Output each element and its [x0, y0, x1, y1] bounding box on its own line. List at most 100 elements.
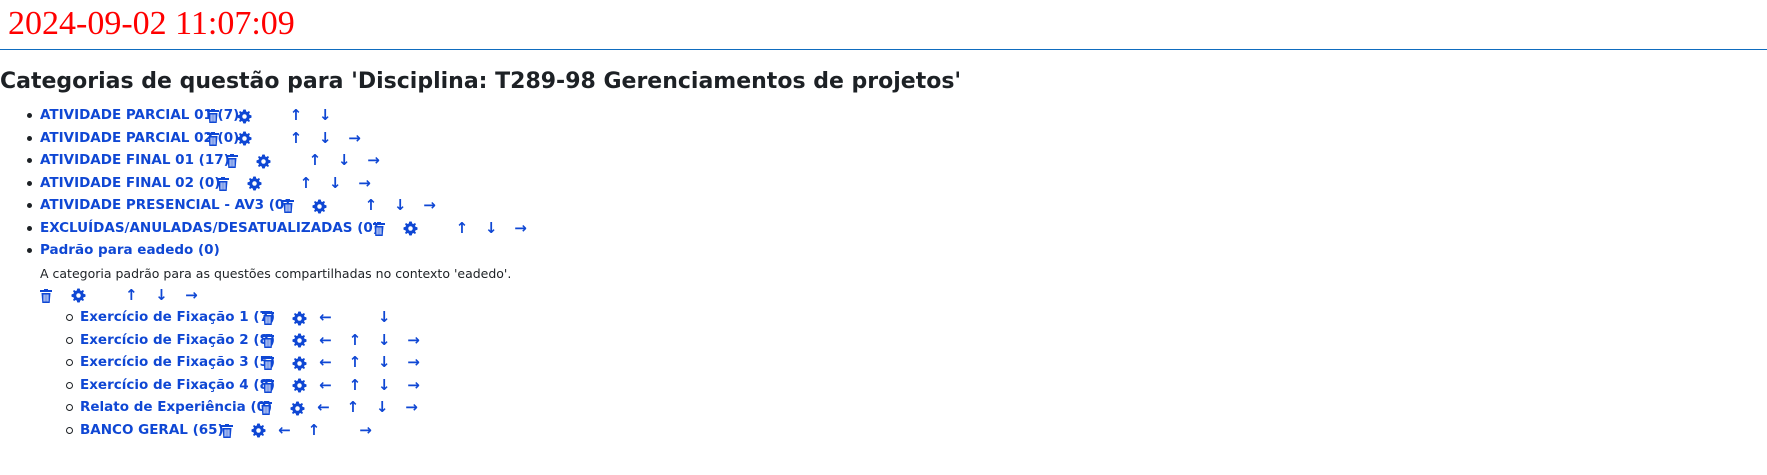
arrow-up-icon[interactable]: ↑ — [287, 104, 305, 127]
trash-icon[interactable] — [226, 154, 238, 168]
gear-icon[interactable] — [247, 176, 262, 191]
arrow-up-icon[interactable]: ↑ — [305, 419, 323, 442]
subcategory-link[interactable]: Exercício de Fixação 2 (8) — [80, 329, 275, 352]
arrow-down-icon[interactable]: ↓ — [326, 172, 344, 195]
gear-icon[interactable] — [292, 333, 307, 348]
bullet — [27, 135, 32, 141]
trash-icon[interactable] — [282, 199, 294, 213]
arrow-up-icon[interactable]: ↑ — [306, 149, 324, 172]
arrow-down-icon[interactable]: ↓ — [482, 217, 500, 240]
arrow-down-icon[interactable]: ↓ — [375, 329, 393, 352]
subcategory-actions: ← ↑ ↓ → — [262, 351, 422, 375]
gear-icon[interactable] — [403, 221, 418, 236]
arrow-left-icon[interactable]: ← — [317, 351, 335, 374]
subcategory-link[interactable]: BANCO GERAL (65) — [80, 419, 224, 442]
arrow-right-icon[interactable]: → — [404, 329, 422, 352]
arrow-up-icon[interactable]: ↑ — [362, 194, 380, 217]
arrow-down-icon[interactable]: ↓ — [391, 194, 409, 217]
trash-icon[interactable] — [262, 356, 274, 370]
arrow-down-icon[interactable]: ↓ — [316, 127, 334, 150]
trash-icon[interactable] — [373, 221, 385, 236]
bullet — [66, 359, 73, 366]
arrow-up-icon[interactable]: ↑ — [346, 329, 364, 352]
arrow-up-icon[interactable]: ↑ — [346, 351, 364, 374]
bullet — [66, 381, 73, 389]
category-actions: ↑ ↓ → — [282, 194, 438, 218]
category-link[interactable]: Padrão para eadedo (0) — [40, 239, 220, 262]
subcategory-link[interactable]: Exercício de Fixação 4 (8) — [80, 374, 275, 397]
gear-icon[interactable] — [251, 423, 266, 438]
arrow-down-icon[interactable]: ↓ — [375, 351, 393, 374]
trash-icon[interactable] — [262, 311, 274, 325]
category-link[interactable]: ATIVIDADE FINAL 01 (17) — [40, 149, 230, 172]
bullet — [66, 336, 73, 344]
subcategory-actions: ← ↑ ↓ → — [262, 329, 422, 353]
trash-icon[interactable] — [221, 423, 233, 438]
arrow-left-icon[interactable]: ← — [317, 329, 335, 352]
gear-icon[interactable] — [292, 355, 307, 371]
gear-icon[interactable] — [292, 310, 307, 326]
arrow-right-icon[interactable]: → — [404, 351, 422, 374]
trash-icon[interactable] — [217, 176, 229, 191]
category-actions: ↑ ↓ → — [207, 127, 363, 151]
gear-icon[interactable] — [237, 108, 252, 124]
category-actions: ↑ ↓ → — [217, 172, 373, 196]
trash-icon[interactable] — [262, 378, 274, 393]
category-link[interactable]: ATIVIDADE PRESENCIAL - AV3 (0) — [40, 194, 290, 217]
arrow-up-icon[interactable]: ↑ — [453, 217, 471, 240]
arrow-left-icon[interactable]: ← — [317, 374, 335, 397]
arrow-right-icon[interactable]: → — [402, 396, 420, 419]
arrow-up-icon[interactable]: ↑ — [287, 127, 305, 150]
trash-icon[interactable] — [207, 131, 219, 146]
trash-icon[interactable] — [262, 333, 274, 348]
arrow-left-icon[interactable]: ← — [315, 396, 333, 419]
subcategory-link[interactable]: Exercício de Fixação 1 (7) — [80, 306, 275, 329]
subcategory-actions: ← ↓ — [262, 306, 393, 330]
gear-icon[interactable] — [237, 131, 252, 146]
arrow-down-icon[interactable]: ↓ — [152, 284, 170, 306]
category-description: A categoria padrão para as questões comp… — [40, 266, 512, 281]
subcategory-actions: ← ↑ ↓ → — [262, 374, 422, 398]
arrow-up-icon[interactable]: ↑ — [344, 396, 362, 419]
arrow-left-icon[interactable]: ← — [276, 419, 294, 442]
arrow-right-icon[interactable]: → — [364, 149, 382, 172]
arrow-down-icon[interactable]: ↓ — [375, 374, 393, 397]
arrow-right-icon[interactable]: → — [356, 419, 374, 442]
bullet — [27, 180, 32, 186]
category-actions: ↑ ↓ → — [226, 149, 382, 173]
subcategory-link[interactable]: Relato de Experiência (0) — [80, 396, 272, 419]
arrow-right-icon[interactable]: → — [355, 172, 373, 195]
bullet — [66, 404, 73, 411]
category-actions: ↑ ↓ — [207, 104, 334, 128]
subcategory-actions: ← ↑ → — [221, 419, 374, 443]
category-link[interactable]: EXCLUÍDAS/ANULADAS/DESATUALIZADAS (0) — [40, 217, 379, 240]
arrow-down-icon[interactable]: ↓ — [316, 104, 334, 127]
bullet — [27, 158, 32, 163]
arrow-right-icon[interactable]: → — [404, 374, 422, 397]
arrow-left-icon[interactable]: ← — [317, 306, 335, 329]
arrow-up-icon[interactable]: ↑ — [122, 284, 140, 306]
arrow-down-icon[interactable]: ↓ — [335, 149, 353, 172]
default-category-actions: ↑ ↓ → — [40, 284, 200, 306]
arrow-up-icon[interactable]: ↑ — [297, 172, 315, 195]
arrow-right-icon[interactable]: → — [420, 194, 438, 217]
gear-icon[interactable] — [312, 198, 327, 214]
trash-icon[interactable] — [40, 288, 52, 303]
category-link[interactable]: ATIVIDADE FINAL 02 (0) — [40, 172, 220, 195]
gear-icon[interactable] — [256, 153, 271, 169]
gear-icon[interactable] — [290, 400, 305, 416]
gear-icon[interactable] — [292, 378, 307, 393]
arrow-right-icon[interactable]: → — [182, 284, 200, 306]
timestamp: 2024-09-02 11:07:09 — [8, 5, 295, 42]
arrow-down-icon[interactable]: ↓ — [375, 306, 393, 329]
trash-icon[interactable] — [207, 109, 219, 123]
trash-icon[interactable] — [260, 401, 272, 415]
arrow-up-icon[interactable]: ↑ — [346, 374, 364, 397]
bullet — [27, 225, 32, 231]
arrow-down-icon[interactable]: ↓ — [373, 396, 391, 419]
gear-icon[interactable] — [71, 288, 86, 303]
arrow-right-icon[interactable]: → — [345, 127, 363, 150]
bullet — [27, 113, 32, 118]
arrow-right-icon[interactable]: → — [511, 217, 529, 240]
subcategory-link[interactable]: Exercício de Fixação 3 (5) — [80, 351, 275, 374]
